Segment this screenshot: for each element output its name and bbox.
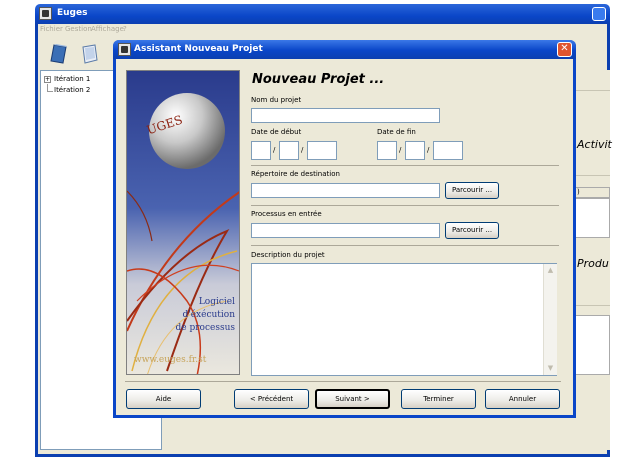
description-scrollbar[interactable]: ▲ ▼: [543, 264, 557, 375]
destination-input[interactable]: [251, 183, 440, 198]
activities-heading: Activit: [577, 138, 612, 151]
menu-gestion[interactable]: Gestion: [65, 25, 92, 33]
end-day-field[interactable]: [377, 141, 397, 160]
euges-banner: UGES Logiciel d'éxécution de processus w…: [126, 70, 240, 375]
next-button[interactable]: Suivant >: [315, 389, 390, 409]
scroll-down-icon[interactable]: ▼: [546, 364, 555, 373]
project-name-input[interactable]: [251, 108, 440, 123]
date-separator: /: [273, 146, 276, 154]
description-textarea[interactable]: [251, 263, 557, 376]
help-button[interactable]: Aide: [126, 389, 201, 409]
banner-line-1: Logiciel: [198, 297, 235, 307]
app-icon: [39, 7, 52, 20]
date-separator: /: [399, 146, 402, 154]
browse-destination-button[interactable]: Parcourir ...: [445, 182, 499, 199]
separator: [251, 165, 559, 166]
column-header: ): [575, 187, 610, 198]
products-heading: Produ: [577, 257, 609, 270]
date-separator: /: [301, 146, 304, 154]
dialog-title: Assistant Nouveau Projet: [134, 44, 263, 54]
menu-fichier[interactable]: Fichier: [40, 25, 63, 33]
date-separator: /: [427, 146, 430, 154]
separator: [251, 245, 559, 246]
dialog-heading: Nouveau Projet ...: [252, 72, 385, 87]
start-year-field[interactable]: [307, 141, 337, 160]
project-name-label: Nom du projet: [251, 96, 302, 104]
expand-icon[interactable]: +: [44, 76, 51, 83]
browse-process-button[interactable]: Parcourir ...: [445, 222, 499, 239]
browse-destination-label: Parcourir ...: [451, 186, 493, 194]
cancel-label: Annuler: [508, 395, 537, 403]
separator: [125, 381, 561, 382]
finish-label: Terminer: [423, 395, 454, 403]
scroll-up-icon[interactable]: ▲: [546, 266, 555, 275]
tree-item-iteration-2[interactable]: Itération 2: [54, 86, 90, 94]
banner-url: www.euges.fr.st: [134, 355, 207, 365]
next-label: Suivant >: [335, 395, 370, 403]
previous-label: < Précédent: [249, 395, 294, 403]
divider: [575, 175, 610, 176]
banner-line-3: de processus: [175, 323, 235, 333]
help-label: Aide: [155, 395, 172, 403]
process-label: Processus en entrée: [251, 210, 322, 218]
menu-bar: Fichier Gestion Affichage ?: [38, 24, 607, 36]
close-button[interactable]: ✕: [557, 42, 572, 57]
process-input[interactable]: [251, 223, 440, 238]
start-date-label: Date de début: [251, 128, 302, 136]
new-book-icon[interactable]: [48, 42, 70, 66]
end-month-field[interactable]: [405, 141, 425, 160]
start-month-field[interactable]: [279, 141, 299, 160]
end-date-label: Date de fin: [377, 128, 416, 136]
app-title: Euges: [57, 8, 88, 18]
divider: [575, 90, 610, 91]
separator: [251, 205, 559, 206]
end-year-field[interactable]: [433, 141, 463, 160]
finish-button[interactable]: Terminer: [401, 389, 476, 409]
cancel-button[interactable]: Annuler: [485, 389, 560, 409]
start-day-field[interactable]: [251, 141, 271, 160]
menu-help[interactable]: ?: [123, 25, 127, 33]
tree-item-iteration-1[interactable]: Itération 1: [54, 75, 90, 83]
minimize-button[interactable]: [592, 7, 606, 21]
activities-list[interactable]: [575, 198, 610, 238]
banner-line-2: d'éxécution: [182, 310, 235, 320]
destination-label: Répertoire de destination: [251, 170, 340, 178]
dialog-title-bar: Assistant Nouveau Projet ✕: [113, 40, 576, 59]
browse-process-label: Parcourir ...: [451, 226, 493, 234]
description-label: Description du projet: [251, 251, 325, 259]
previous-button[interactable]: < Précédent: [234, 389, 309, 409]
menu-affichage[interactable]: Affichage: [91, 25, 124, 33]
main-title-bar: Euges: [35, 4, 610, 24]
divider: [575, 305, 610, 306]
open-folder-icon[interactable]: [78, 42, 100, 66]
products-list[interactable]: [575, 315, 610, 375]
dialog-app-icon: [118, 43, 131, 56]
